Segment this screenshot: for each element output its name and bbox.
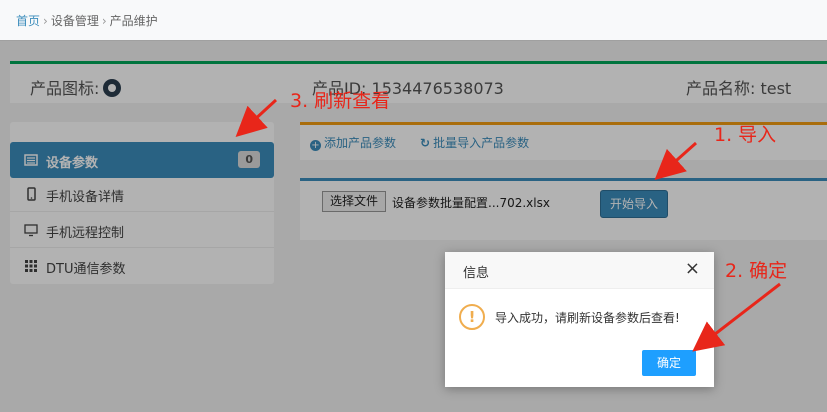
warning-icon: !	[459, 304, 485, 330]
breadcrumb-section[interactable]: 设备管理	[51, 14, 99, 28]
breadcrumb-current: 产品维护	[109, 14, 158, 28]
dialog-header: 信息 ×	[445, 252, 714, 289]
annotation-step3: 3. 刷新查看	[290, 90, 391, 112]
close-icon[interactable]: ×	[685, 259, 700, 279]
breadcrumb-bar: 首页 › 设备管理 › 产品维护	[0, 0, 827, 41]
dialog-title: 信息	[463, 266, 490, 281]
annotation-step1: 1. 导入	[714, 124, 777, 146]
breadcrumb: 首页 › 设备管理 › 产品维护	[16, 12, 158, 29]
breadcrumb-home-link[interactable]: 首页	[16, 14, 40, 28]
dialog-ok-button[interactable]: 确定	[642, 350, 696, 376]
breadcrumb-separator: ›	[43, 14, 48, 28]
breadcrumb-separator: ›	[101, 14, 107, 28]
annotation-step2: 2. 确定	[725, 260, 788, 282]
info-dialog: 信息 × ! 导入成功，请刷新设备参数后查看! 确定	[445, 252, 714, 387]
dialog-message: 导入成功，请刷新设备参数后查看!	[495, 311, 680, 325]
